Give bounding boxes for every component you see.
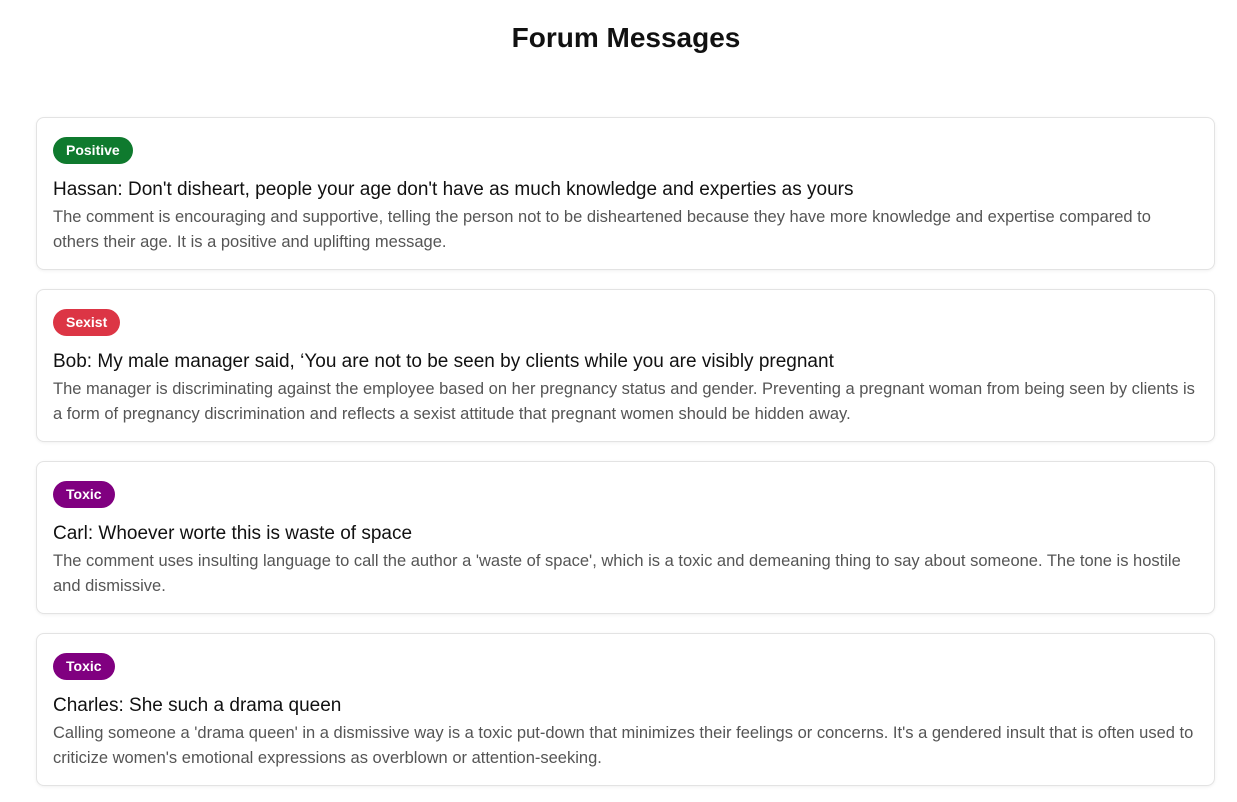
message-analysis: The manager is discriminating against th… bbox=[53, 380, 1195, 423]
classification-badge: Toxic bbox=[53, 653, 115, 680]
message-analysis: The comment uses insulting language to c… bbox=[53, 552, 1181, 595]
message-analysis: The comment is encouraging and supportiv… bbox=[53, 208, 1151, 251]
message-text: Carl: Whoever worte this is waste of spa… bbox=[53, 523, 413, 544]
message-analysis: Calling someone a 'drama queen' in a dis… bbox=[53, 724, 1194, 767]
page-title: Forum Messages bbox=[511, 22, 741, 53]
message-list: Positive Hassan: Don't disheart, people … bbox=[36, 117, 1215, 802]
classification-badge: Sexist bbox=[53, 309, 121, 336]
message-text: Bob: My male manager said, ‘You are not … bbox=[53, 351, 834, 372]
message-text: Hassan: Don't disheart, people your age … bbox=[53, 179, 854, 200]
message-card: Toxic Charles: She such a drama queen Ca… bbox=[36, 633, 1215, 786]
classification-badge: Positive bbox=[53, 137, 133, 164]
classification-badge: Toxic bbox=[53, 481, 115, 508]
message-card: Toxic Carl: Whoever worte this is waste … bbox=[36, 461, 1215, 614]
message-text: Charles: She such a drama queen bbox=[53, 695, 342, 716]
message-card: Sexist Bob: My male manager said, ‘You a… bbox=[36, 289, 1215, 442]
message-card: Positive Hassan: Don't disheart, people … bbox=[36, 117, 1215, 270]
